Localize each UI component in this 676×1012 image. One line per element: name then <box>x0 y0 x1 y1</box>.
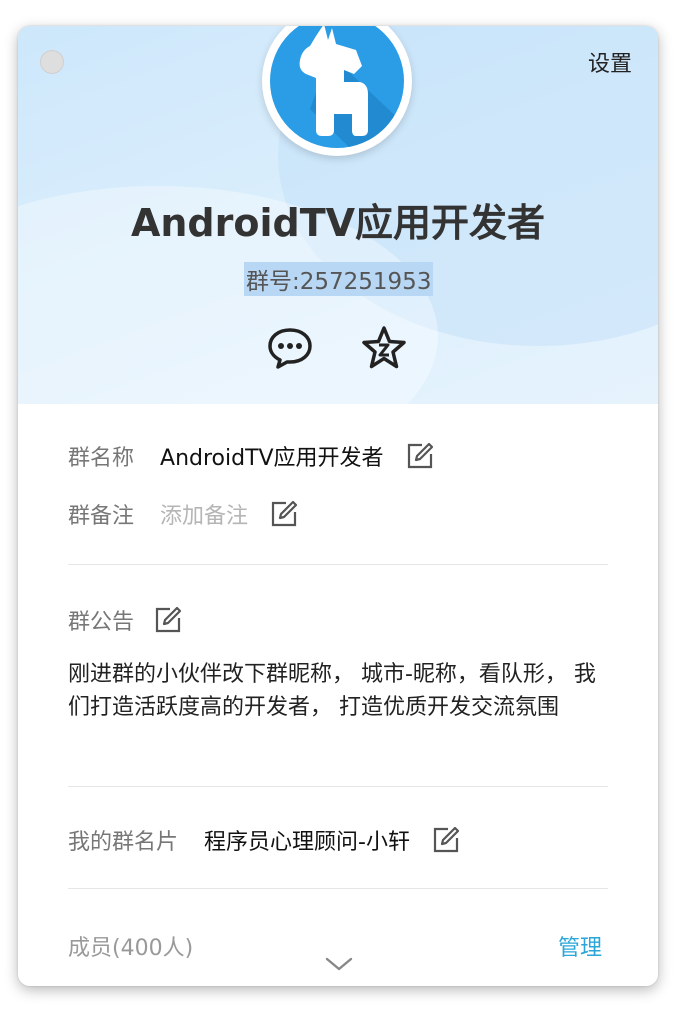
window-close-button[interactable] <box>40 50 64 74</box>
star-icon[interactable] <box>360 324 408 372</box>
group-remark-placeholder[interactable]: 添加备注 <box>160 498 248 530</box>
divider <box>68 786 608 787</box>
divider <box>68 888 608 889</box>
profile-header: 设置 AndroidTV应用开发者 群号:257251953 <box>18 26 658 404</box>
edit-icon[interactable] <box>270 500 298 528</box>
my-card-row: 我的群名片 程序员心理顾问-小轩 <box>68 824 460 856</box>
group-profile-window: 设置 AndroidTV应用开发者 群号:257251953 群名称 Andro… <box>18 26 658 986</box>
group-name-row: 群名称 AndroidTV应用开发者 <box>68 440 434 472</box>
group-avatar[interactable] <box>262 26 412 156</box>
group-info-panel: 群名称 AndroidTV应用开发者 群备注 添加备注 群公告 刚进群的小伙伴改… <box>18 404 658 986</box>
group-notice-text: 刚进群的小伙伴改下群昵称， 城市-昵称，看队形， 我们打造活跃度高的开发者， 打… <box>68 662 596 720</box>
chat-bubble-icon[interactable] <box>266 324 314 372</box>
divider <box>68 564 608 565</box>
my-card-value: 程序员心理顾问-小轩 <box>204 830 410 855</box>
edit-icon[interactable] <box>406 442 434 470</box>
chevron-down-icon[interactable] <box>324 954 354 974</box>
group-name-value: AndroidTV应用开发者 <box>160 446 384 471</box>
edit-icon[interactable] <box>154 606 182 634</box>
settings-button[interactable]: 设置 <box>588 46 632 78</box>
group-title: AndroidTV应用开发者 <box>130 201 546 245</box>
members-label: 成员(400人) <box>68 936 194 960</box>
my-card-label: 我的群名片 <box>68 830 179 855</box>
group-number: 群号:257251953 <box>244 262 434 296</box>
edit-icon[interactable] <box>432 826 460 854</box>
group-notice-row: 群公告 <box>68 604 182 636</box>
manage-members-link[interactable]: 管理 <box>558 930 602 960</box>
group-name-label: 群名称 <box>68 446 135 471</box>
group-remark-label: 群备注 <box>68 504 135 529</box>
group-remark-row: 群备注 添加备注 <box>68 498 298 530</box>
group-notice-label: 群公告 <box>68 610 135 635</box>
